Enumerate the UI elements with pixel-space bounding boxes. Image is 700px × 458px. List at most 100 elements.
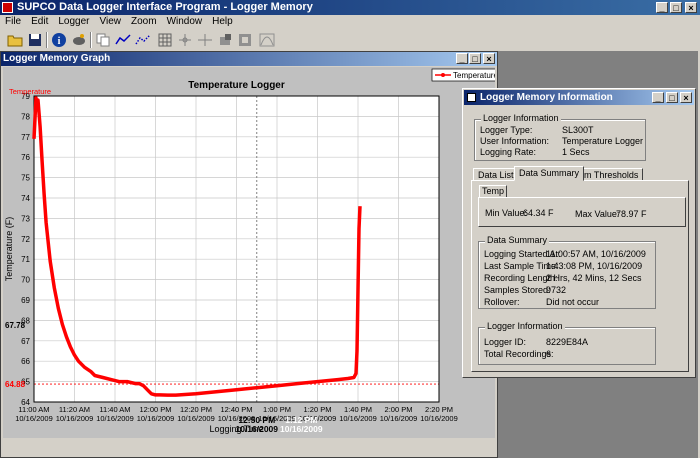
total-recordings-value: 6	[546, 349, 552, 359]
menu-logger[interactable]: Logger	[53, 15, 94, 29]
x-tick-time: 1:00 PM	[263, 405, 291, 414]
save-icon[interactable]	[26, 31, 44, 49]
crosshair-icon[interactable]	[196, 31, 214, 49]
logging-started-value: 11:00:57 AM, 10/16/2009	[546, 249, 646, 259]
x-tick-date: 10/16/2009	[15, 414, 53, 423]
recording-length-value: 2 Hrs, 42 Mins, 12 Secs	[546, 273, 642, 283]
y-axis-label: Temperature (F)	[4, 217, 14, 282]
logger-id-label: Logger ID:	[484, 337, 527, 347]
minimize-button[interactable]: _	[656, 2, 668, 13]
y-tick-label: 73	[21, 214, 30, 223]
y-tick-label: 77	[21, 133, 30, 142]
app-titlebar: SUPCO Data Logger Interface Program - Lo…	[0, 0, 700, 15]
graph-titlebar[interactable]: Logger Memory Graph _ □ ×	[1, 52, 497, 66]
x-tick-time: 12:20 PM	[180, 405, 212, 414]
info-window-title: Logger Memory Information	[480, 92, 613, 103]
graph-maximize-button[interactable]: □	[469, 53, 481, 64]
legend-label: Temperature	[453, 71, 495, 80]
logger-id-group-title: Logger Information	[485, 321, 565, 331]
data-summary-group-title: Data Summary	[485, 235, 550, 245]
min-value: 64.34 F	[523, 208, 554, 218]
y-tick-label: 74	[21, 194, 30, 203]
y-tick-label: 78	[21, 112, 30, 121]
info-window: Logger Memory Information _ □ × Logger I…	[462, 88, 696, 378]
x-tick-time: 11:20 AM	[59, 405, 90, 414]
menu-bar: File Edit Logger View Zoom Window Help	[0, 15, 700, 29]
open-folder-icon[interactable]	[6, 31, 24, 49]
copy-icon[interactable]	[94, 31, 112, 49]
app-icon	[2, 2, 13, 13]
y-tick-label: 76	[21, 153, 30, 162]
samples-stored-value: 9732	[546, 285, 567, 295]
x-tick-time: 12:00 PM	[139, 405, 171, 414]
maximize-button[interactable]: □	[670, 2, 682, 13]
max-value-label: Max Value:	[575, 209, 620, 219]
info-titlebar[interactable]: Logger Memory Information _ □ ×	[464, 90, 694, 105]
svg-text:i: i	[58, 36, 61, 47]
dotted-graph-icon[interactable]	[134, 31, 152, 49]
menu-view[interactable]: View	[95, 15, 127, 29]
logger-type-label: Logger Type:	[480, 125, 533, 135]
logger-info-group-title: Logger Information	[481, 113, 561, 123]
info-close-button[interactable]: ×	[680, 92, 692, 103]
x-tick-date: 10/16/2009	[56, 414, 94, 423]
cursor-icon[interactable]	[176, 31, 194, 49]
marker-y-label: 67.78	[5, 321, 26, 330]
x-tick-date: 10/16/2009	[177, 414, 215, 423]
curve-icon[interactable]	[258, 31, 276, 49]
user-info-value: Temperature Logger	[562, 136, 644, 146]
y-tick-label: 69	[21, 296, 30, 305]
x-tick-date: 10/16/2009	[380, 414, 418, 423]
menu-file[interactable]: File	[0, 15, 26, 29]
x-tick-time: 1:40 PM	[344, 405, 372, 414]
graph-minimize-button[interactable]: _	[456, 53, 468, 64]
x-tick-time: 2:00 PM	[385, 405, 413, 414]
x-tick-time: 11:00 AM	[18, 405, 49, 414]
legend-marker	[441, 73, 445, 77]
satellite-icon[interactable]	[70, 31, 88, 49]
fill-icon[interactable]	[216, 31, 234, 49]
y-tick-label: 75	[21, 174, 30, 183]
max-value: 78.97 F	[616, 209, 647, 219]
x-tick-date: 10/16/2009	[339, 414, 377, 423]
info-window-icon	[467, 93, 476, 102]
graph-window-title: Logger Memory Graph	[3, 53, 111, 64]
area-icon[interactable]	[236, 31, 254, 49]
menu-edit[interactable]: Edit	[26, 15, 53, 29]
y-tick-label: 67	[21, 337, 30, 346]
close-button[interactable]: ×	[685, 2, 697, 13]
logger-type-value: SL300T	[562, 125, 594, 135]
series-axis-label: Temperature	[9, 87, 51, 96]
info-maximize-button[interactable]: □	[666, 92, 678, 103]
rollover-label: Rollover:	[484, 297, 520, 307]
x-tick-time: 12:40 PM	[220, 405, 252, 414]
menu-zoom[interactable]: Zoom	[126, 15, 162, 29]
menu-window[interactable]: Window	[162, 15, 208, 29]
x-tick-time: 1:20 PM	[304, 405, 332, 414]
toolbar: i	[0, 29, 700, 52]
grid-icon[interactable]	[156, 31, 174, 49]
graph-window: Logger Memory Graph _ □ × Temperature Lo…	[0, 51, 498, 458]
marker-red-label: 64.88	[5, 380, 26, 389]
x-tick-date: 10/16/2009	[420, 414, 458, 423]
line-graph-icon[interactable]	[114, 31, 132, 49]
info-icon[interactable]: i	[50, 31, 68, 49]
total-recordings-label: Total Recordings:	[484, 349, 554, 359]
y-tick-label: 72	[21, 235, 30, 244]
plot-panel: Temperature Logger 64 65 66 67 68 69 70 71 72 73 74…	[3, 67, 495, 438]
legend: Temperature	[431, 68, 495, 82]
user-info-label: User Information:	[480, 136, 550, 146]
graph-close-button[interactable]: ×	[483, 53, 495, 64]
menu-help[interactable]: Help	[207, 15, 238, 29]
graph-status-strip	[3, 439, 495, 455]
cursor-left-date: 10/16/2009	[235, 424, 278, 434]
logging-rate-label: Logging Rate:	[480, 147, 537, 157]
chart-title: Temperature Logger	[188, 80, 285, 91]
temperature-chart[interactable]: Temperature Logger6465666768697071727374…	[3, 67, 495, 438]
tab-data-summary[interactable]: Data Summary	[514, 166, 585, 181]
samples-stored-label: Samples Stored:	[484, 285, 551, 295]
cursor-right-date: 10/16/2009	[280, 424, 323, 434]
logger-id-value: 8229E84A	[546, 337, 589, 347]
x-tick-date: 10/16/2009	[96, 414, 134, 423]
info-minimize-button[interactable]: _	[652, 92, 664, 103]
